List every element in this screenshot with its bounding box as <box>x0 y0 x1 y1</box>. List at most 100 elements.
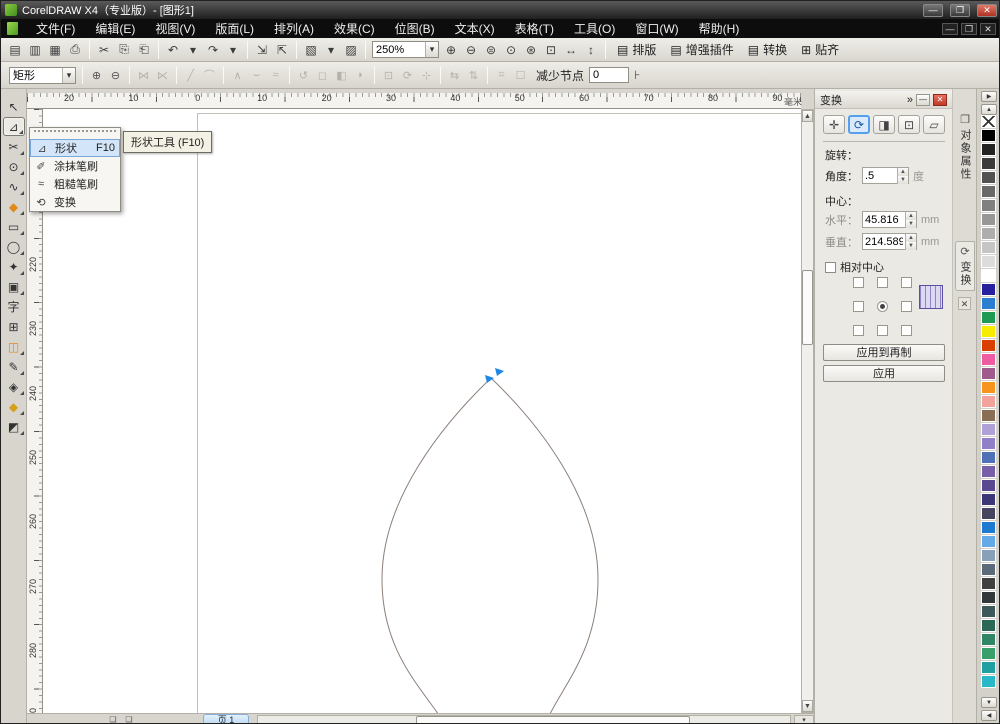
snap-button[interactable]: ⊞贴齐 <box>794 40 846 59</box>
join-nodes-button[interactable]: ⋈ <box>134 66 153 85</box>
color-swatch[interactable] <box>981 675 996 688</box>
application-launcher-button[interactable]: ▧ <box>301 40 321 59</box>
export-button[interactable]: ⇱ <box>272 40 292 59</box>
docker-close-button[interactable]: ✕ <box>933 94 947 106</box>
basic-shapes-tool[interactable]: ▣ <box>3 277 25 296</box>
menu-item-edit[interactable]: 编辑(E) <box>85 18 145 39</box>
redo-button[interactable]: ↷ <box>203 40 223 59</box>
stretch-nodes-button[interactable]: ⊡ <box>379 66 398 85</box>
anchor-checkbox[interactable] <box>853 301 864 312</box>
reduce-nodes-input[interactable] <box>589 67 629 83</box>
color-swatch[interactable] <box>981 507 996 520</box>
anchor-checkbox[interactable] <box>877 277 888 288</box>
zoom-height-button[interactable]: ↕ <box>581 40 601 59</box>
color-swatch[interactable] <box>981 297 996 310</box>
print-button[interactable]: ⎙ <box>65 40 85 59</box>
reflect-h-button[interactable]: ⇆ <box>445 66 464 85</box>
doc-minimize-button[interactable]: — <box>942 23 958 35</box>
color-swatch[interactable] <box>981 577 996 590</box>
vertical-input[interactable] <box>863 236 905 248</box>
maximize-button[interactable]: ❐ <box>950 4 970 17</box>
fill-tool[interactable]: ◆ <box>3 397 25 416</box>
preset-input[interactable] <box>10 68 62 82</box>
color-swatch[interactable] <box>981 269 996 282</box>
color-swatch[interactable] <box>981 409 996 422</box>
anchor-checkbox[interactable] <box>901 277 912 288</box>
menu-item-arrange[interactable]: 排列(A) <box>264 18 324 39</box>
node-handle-icon[interactable] <box>495 368 504 376</box>
polygon-tool[interactable]: ✦ <box>3 257 25 276</box>
teardrop-curve[interactable] <box>43 109 801 713</box>
zoom-combo-arrow-icon[interactable]: ▾ <box>425 42 438 57</box>
size-button[interactable]: ⊡ <box>898 115 920 134</box>
apply-to-duplicate-button[interactable]: 应用到再制 <box>823 344 945 361</box>
horizontal-input[interactable] <box>863 214 905 226</box>
zoom-width-button[interactable]: ↔ <box>561 40 581 59</box>
doc-restore-button[interactable]: ❐ <box>961 23 977 35</box>
menu-item-table[interactable]: 表格(T) <box>505 18 564 39</box>
color-swatch[interactable] <box>981 619 996 632</box>
color-swatch[interactable] <box>981 395 996 408</box>
palette-flyout-button[interactable]: ▶ <box>981 91 997 102</box>
color-swatch[interactable] <box>981 143 996 156</box>
autoclose-curve-button[interactable]: ◗ <box>351 66 370 85</box>
docker-rail-close-icon[interactable]: ✕ <box>958 297 971 310</box>
menu-item-help[interactable]: 帮助(H) <box>689 18 750 39</box>
flyout-item-transform[interactable]: ⟲变换 <box>30 193 120 211</box>
angle-spinner[interactable]: ▲▼ <box>897 168 908 184</box>
color-swatch[interactable] <box>981 633 996 646</box>
skew-button[interactable]: ▱ <box>923 115 945 134</box>
undo-button[interactable]: ↶ <box>163 40 183 59</box>
anchor-checkbox[interactable] <box>877 325 888 336</box>
no-color-swatch[interactable] <box>981 115 996 128</box>
color-swatch[interactable] <box>981 367 996 380</box>
rotate-nodes-button[interactable]: ⟳ <box>398 66 417 85</box>
color-swatch[interactable] <box>981 661 996 674</box>
reduce-nodes-slider[interactable]: ⊦ <box>634 68 640 82</box>
undo-dropdown[interactable]: ▾ <box>183 40 203 59</box>
scrollbar-corner-button[interactable]: ▾ <box>794 715 814 724</box>
angle-input[interactable] <box>863 170 897 182</box>
welcome-screen-button[interactable]: ▨ <box>341 40 361 59</box>
preset-combo[interactable]: ▾ <box>9 67 76 84</box>
color-swatch[interactable] <box>981 213 996 226</box>
tab-object-properties[interactable]: ❐对象属性 <box>955 109 975 185</box>
color-swatch[interactable] <box>981 227 996 240</box>
preset-combo-arrow-icon[interactable]: ▾ <box>62 68 75 83</box>
convert-to-line-button[interactable]: ╱ <box>181 66 200 85</box>
menu-item-tools[interactable]: 工具(O) <box>564 18 625 39</box>
tab-transform[interactable]: ⟳变换 <box>955 241 975 291</box>
close-curve-button[interactable]: ◻ <box>313 66 332 85</box>
scroll-up-icon[interactable]: ▲ <box>802 110 813 122</box>
page-tab[interactable]: 页 1 <box>203 714 249 724</box>
anchor-center-radio[interactable] <box>877 301 888 312</box>
first-page-icon[interactable]: ❏ <box>123 715 135 724</box>
layout-button[interactable]: ▤排版 <box>610 40 663 59</box>
blend-tool[interactable]: ◫ <box>3 337 25 356</box>
open-button[interactable]: ▥ <box>25 40 45 59</box>
paste-button[interactable]: ⎗ <box>134 40 154 59</box>
select-all-nodes-button[interactable]: ☐ <box>511 66 530 85</box>
palette-scroll-down-icon[interactable]: ▼ <box>981 697 997 708</box>
zoom-selected-button[interactable]: ⊙ <box>501 40 521 59</box>
anchor-checkbox[interactable] <box>853 325 864 336</box>
angle-field[interactable]: ▲▼ <box>862 167 909 184</box>
flyout-item-roughen-brush[interactable]: ≈粗糙笔刷 <box>30 175 120 193</box>
cut-button[interactable]: ✂ <box>94 40 114 59</box>
pick-tool[interactable]: ↖ <box>3 97 25 116</box>
interactive-fill-tool[interactable]: ◩ <box>3 417 25 436</box>
table-tool[interactable]: ⊞ <box>3 317 25 336</box>
smooth-node-button[interactable]: ⌣ <box>247 66 266 85</box>
color-swatch[interactable] <box>981 199 996 212</box>
horizontal-field[interactable]: ▲▼ <box>862 211 917 228</box>
color-swatch[interactable] <box>981 311 996 324</box>
new-document-button[interactable]: ▤ <box>5 40 25 59</box>
color-swatch[interactable] <box>981 353 996 366</box>
color-swatch[interactable] <box>981 129 996 142</box>
scroll-down-icon[interactable]: ▼ <box>802 700 813 712</box>
color-swatch[interactable] <box>981 283 996 296</box>
flyout-item-shape[interactable]: ⊿形状F10 <box>30 139 120 157</box>
ellipse-tool[interactable]: ◯ <box>3 237 25 256</box>
drawing-canvas[interactable] <box>43 109 801 713</box>
color-swatch[interactable] <box>981 325 996 338</box>
